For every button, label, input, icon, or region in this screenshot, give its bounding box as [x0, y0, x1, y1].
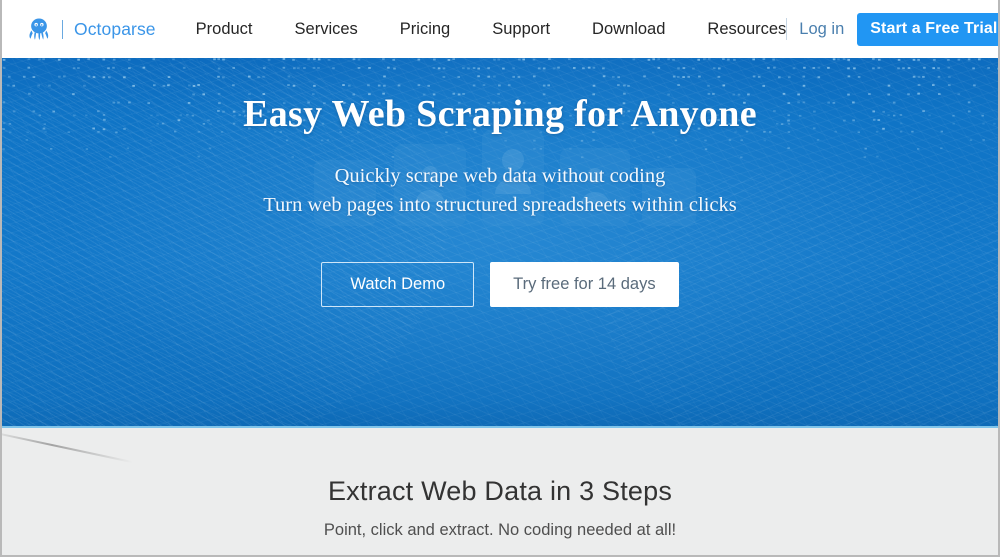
hero-banner: Easy Web Scraping for Anyone Quickly scr…: [2, 58, 998, 428]
nav-link-support[interactable]: Support: [492, 20, 550, 39]
nav-link-services[interactable]: Services: [295, 20, 358, 39]
brand-name: Octoparse: [74, 18, 156, 39]
hero-cta-group: Watch Demo Try free for 14 days: [2, 262, 998, 307]
nav-link-resources[interactable]: Resources: [707, 20, 786, 39]
start-free-trial-button[interactable]: Start a Free Trial: [857, 12, 998, 46]
nav-link-pricing[interactable]: Pricing: [400, 20, 450, 39]
steps-title: Extract Web Data in 3 Steps: [327, 476, 673, 506]
brand-divider: [62, 19, 63, 39]
hero-subtitle: Quickly scrape web data without coding T…: [2, 162, 998, 220]
navigation-bar: Octoparse Product Services Pricing Suppo…: [2, 0, 998, 58]
nav-links: Product Services Pricing Support Downloa…: [196, 20, 787, 39]
watch-demo-button[interactable]: Watch Demo: [321, 262, 475, 307]
hero-title: Easy Web Scraping for Anyone: [243, 93, 757, 135]
brand-logo-link[interactable]: Octoparse: [24, 0, 156, 58]
nav-right-group: Log in Start a Free Trial: [786, 12, 998, 46]
login-wrapper: Log in: [786, 18, 844, 40]
nav-link-download[interactable]: Download: [592, 20, 665, 39]
hero-subtitle-line-1: Quickly scrape web data without coding: [334, 165, 666, 187]
octopus-logo-icon: [29, 18, 49, 41]
hero-content: Easy Web Scraping for Anyone Quickly scr…: [2, 58, 998, 307]
login-link[interactable]: Log in: [799, 20, 844, 39]
try-free-button[interactable]: Try free for 14 days: [490, 262, 679, 307]
page-root: Octoparse Product Services Pricing Suppo…: [0, 0, 1000, 557]
steps-subtitle: Point, click and extract. No coding need…: [323, 521, 677, 539]
nav-link-product[interactable]: Product: [196, 20, 253, 39]
steps-section: Extract Web Data in 3 Steps Point, click…: [2, 428, 998, 555]
hero-subtitle-line-2: Turn web pages into structured spreadshe…: [263, 194, 737, 216]
